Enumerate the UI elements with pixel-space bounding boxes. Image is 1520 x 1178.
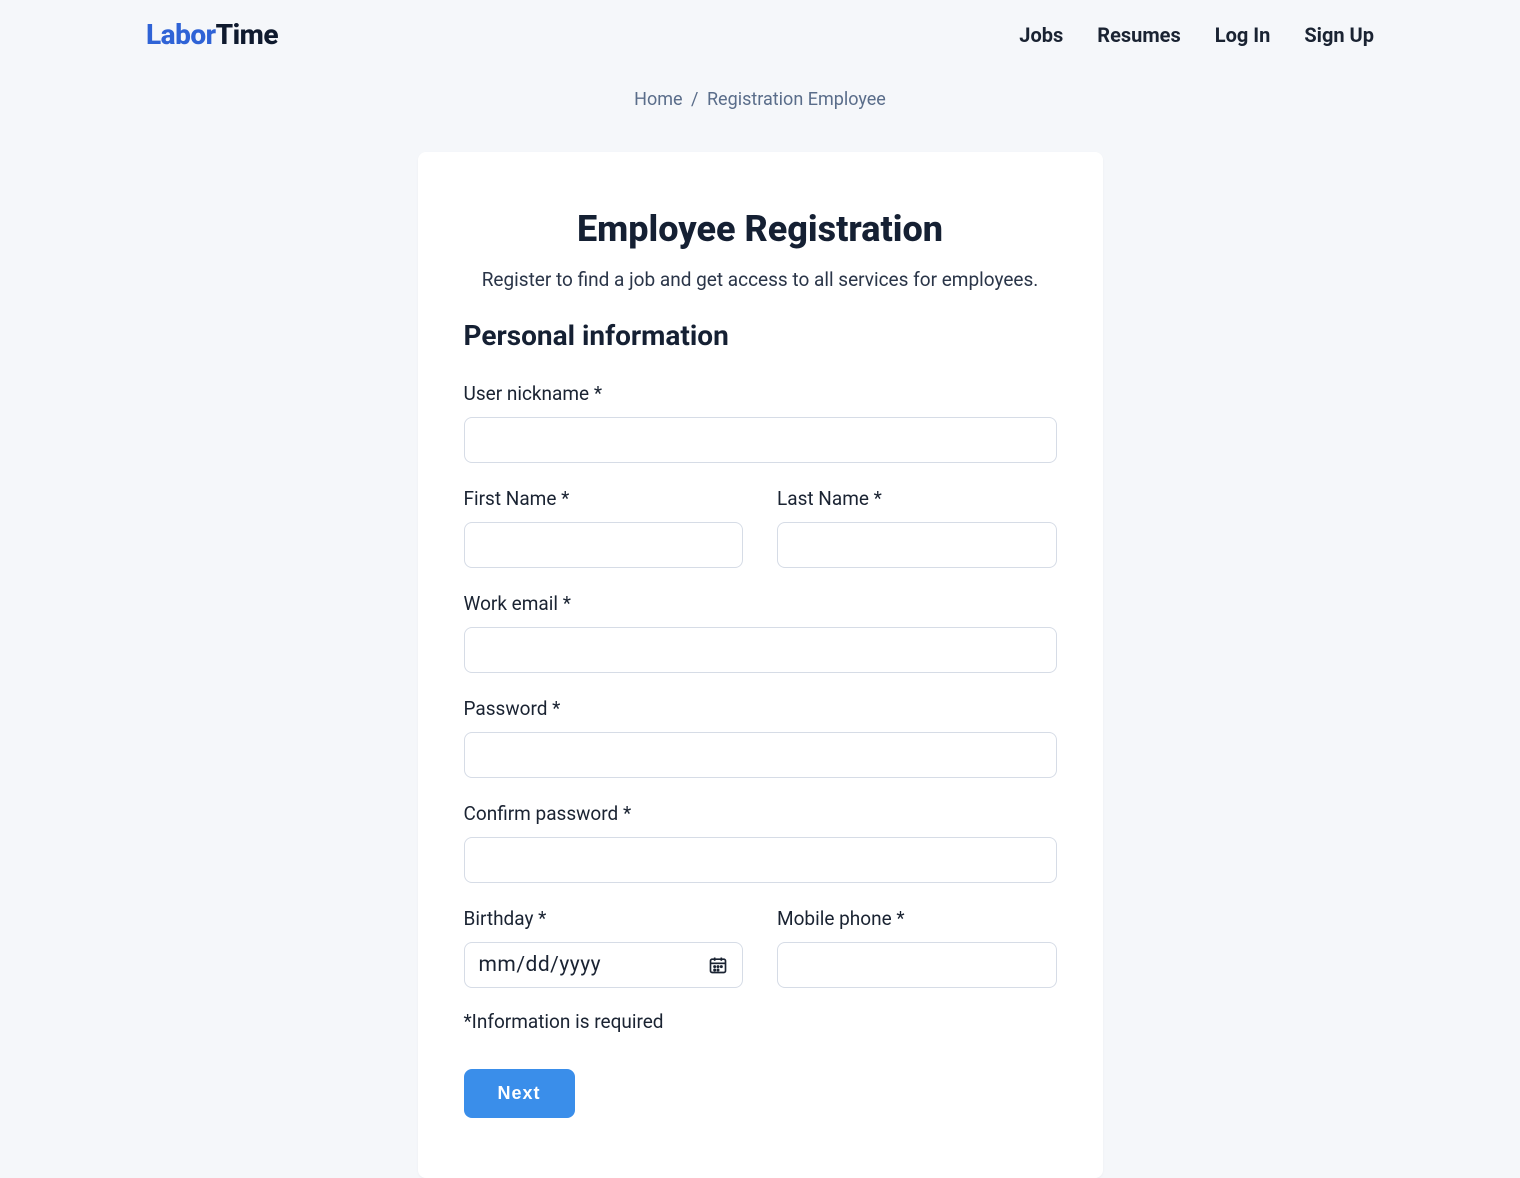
breadcrumb-current: Registration Employee	[707, 89, 886, 110]
required-footnote: *Information is required	[464, 1010, 1057, 1033]
registration-card: Employee Registration Register to find a…	[418, 152, 1103, 1178]
calendar-icon[interactable]	[708, 955, 728, 975]
registration-form: User nickname * First Name * Last Name *…	[464, 382, 1057, 1118]
next-button[interactable]: Next	[464, 1069, 575, 1118]
mobile-phone-input[interactable]	[777, 942, 1057, 988]
nav-resumes[interactable]: Resumes	[1097, 23, 1181, 47]
nickname-label: User nickname *	[464, 382, 1057, 405]
section-title: Personal information	[464, 319, 1057, 352]
breadcrumb-sep: /	[691, 89, 698, 110]
password-label: Password *	[464, 697, 1057, 720]
logo-first: Labor	[146, 18, 216, 51]
confirm-password-label: Confirm password *	[464, 802, 1057, 825]
password-input[interactable]	[464, 732, 1057, 778]
nav-login[interactable]: Log In	[1215, 23, 1271, 47]
first-name-input[interactable]	[464, 522, 744, 568]
main-nav: Jobs Resumes Log In Sign Up	[1019, 23, 1374, 47]
nav-signup[interactable]: Sign Up	[1304, 23, 1374, 47]
page-subtitle: Register to find a job and get access to…	[464, 268, 1057, 291]
header: LaborTime Jobs Resumes Log In Sign Up	[146, 0, 1374, 65]
breadcrumb-home[interactable]: Home	[634, 89, 682, 110]
logo-second: Time	[216, 18, 278, 51]
birthday-input[interactable]: mm/dd/yyyy	[464, 942, 744, 988]
first-name-label: First Name *	[464, 487, 744, 510]
breadcrumb: Home / Registration Employee	[146, 89, 1374, 110]
work-email-label: Work email *	[464, 592, 1057, 615]
last-name-label: Last Name *	[777, 487, 1057, 510]
nickname-input[interactable]	[464, 417, 1057, 463]
logo[interactable]: LaborTime	[146, 18, 278, 51]
nav-jobs[interactable]: Jobs	[1019, 23, 1063, 47]
birthday-placeholder: mm/dd/yyyy	[479, 953, 602, 977]
work-email-input[interactable]	[464, 627, 1057, 673]
birthday-label: Birthday *	[464, 907, 744, 930]
last-name-input[interactable]	[777, 522, 1057, 568]
page-title: Employee Registration	[464, 208, 1057, 250]
confirm-password-input[interactable]	[464, 837, 1057, 883]
mobile-phone-label: Mobile phone *	[777, 907, 1057, 930]
